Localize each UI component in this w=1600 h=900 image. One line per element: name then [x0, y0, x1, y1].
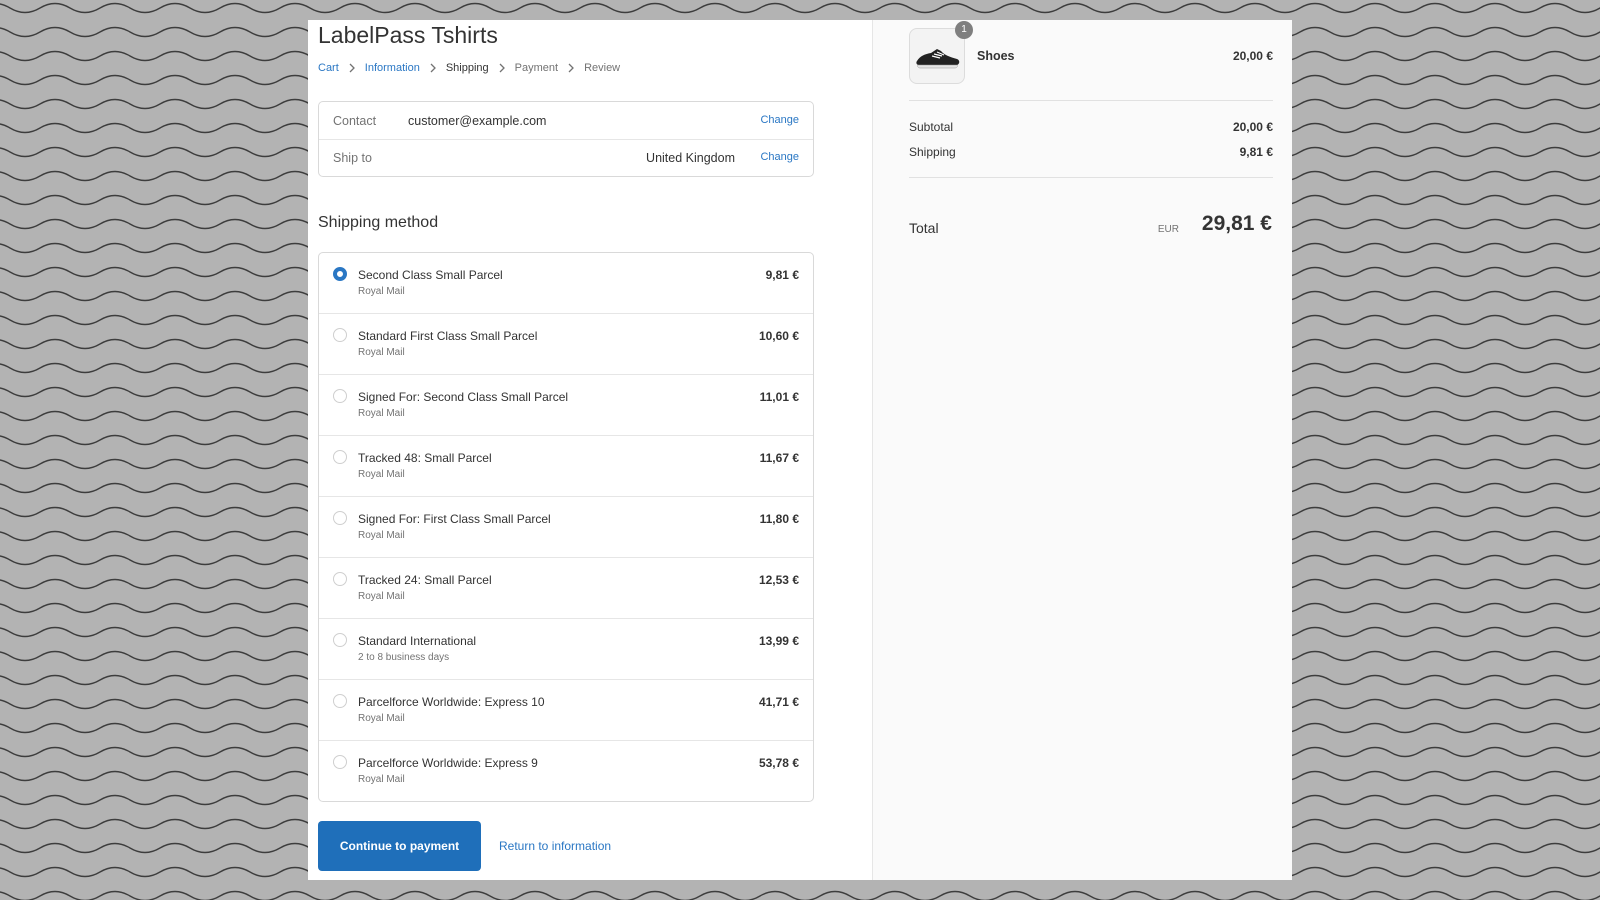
- breadcrumb-cart[interactable]: Cart: [318, 62, 339, 74]
- shipping-method-price: 10,60 €: [758, 329, 799, 343]
- shipping-method-option[interactable]: Parcelforce Worldwide: Express 9 Royal Ma…: [319, 740, 813, 801]
- shipping-method-carrier: Royal Mail: [358, 774, 405, 785]
- product-line: 1 Shoes 20,00 €: [909, 21, 1273, 84]
- currency-code: EUR: [1157, 224, 1179, 235]
- shipping-method-carrier: Royal Mail: [358, 713, 405, 724]
- quantity-badge: 1: [955, 21, 973, 39]
- order-summary: 1 Shoes 20,00 € Subtotal 20,00 € Shippin…: [872, 20, 1292, 880]
- shipping-method-name: Tracked 24: Small Parcel: [358, 573, 492, 587]
- ship-to-label: Ship to: [333, 151, 372, 165]
- radio-button[interactable]: [333, 389, 347, 403]
- shipping-method-price: 9,81 €: [765, 268, 799, 282]
- breadcrumb-payment: Payment: [514, 62, 559, 74]
- contact-row: Contact customer@example.com Change: [319, 102, 813, 140]
- subtotal-label: Subtotal: [909, 120, 954, 134]
- shipping-method-option[interactable]: Signed For: First Class Small Parcel Roya…: [319, 496, 813, 557]
- shipping-method-option[interactable]: Tracked 24: Small Parcel Royal Mail 12,53 …: [319, 557, 813, 618]
- chevron-right-icon: [427, 62, 439, 74]
- summary-divider: [909, 100, 1273, 101]
- shipping-method-name: Standard International: [358, 634, 477, 648]
- total-divider: [909, 177, 1273, 178]
- contact-label: Contact: [333, 114, 377, 128]
- radio-button[interactable]: [333, 694, 347, 708]
- shipping-method-carrier: Royal Mail: [358, 591, 405, 602]
- shipping-method-name: Parcelforce Worldwide: Express 9: [358, 756, 538, 770]
- radio-button[interactable]: [333, 755, 347, 769]
- subtotal-value: 20,00 €: [1232, 120, 1273, 134]
- contact-value: customer@example.com: [408, 114, 547, 128]
- ship-to-row: Ship to United Kingdom Change: [319, 139, 813, 176]
- shipping-method-option[interactable]: Parcelforce Worldwide: Express 10 Royal M…: [319, 679, 813, 740]
- product-price: 20,00 €: [1232, 49, 1273, 63]
- shipping-method-price: 11,67 €: [759, 451, 799, 465]
- shipping-method-name: Signed For: First Class Small Parcel: [358, 512, 551, 526]
- shipping-method-option[interactable]: Tracked 48: Small Parcel Royal Mail 11,67 …: [319, 435, 813, 496]
- shipping-label: Shipping: [909, 145, 956, 159]
- breadcrumb: Cart Information Shipping Payment Review: [318, 62, 620, 74]
- radio-selected[interactable]: [333, 267, 347, 281]
- shipping-method-list: Second Class Small Parcel Royal Mail 9,81 …: [318, 252, 814, 802]
- change-contact-link[interactable]: Change: [760, 114, 799, 126]
- radio-button[interactable]: [333, 572, 347, 586]
- shipping-method-price: 53,78 €: [758, 756, 799, 770]
- shipping-method-option[interactable]: Standard International 2 to 8 business da…: [319, 618, 813, 679]
- total-value: 29,81 €: [1201, 212, 1272, 235]
- shipping-method-carrier: Royal Mail: [358, 286, 405, 297]
- radio-button[interactable]: [333, 450, 347, 464]
- radio-button[interactable]: [333, 633, 347, 647]
- checkout-main: LabelPass Tshirts Cart Information Shippin…: [308, 20, 872, 880]
- shipping-method-option[interactable]: Standard First Class Small Parcel Royal M…: [319, 313, 813, 374]
- checkout-window: LabelPass Tshirts Cart Information Shippin…: [308, 20, 1292, 880]
- shipping-method-carrier: Royal Mail: [358, 530, 405, 541]
- shipping-method-carrier: Royal Mail: [358, 408, 405, 419]
- shipping-method-name: Standard First Class Small Parcel: [358, 329, 538, 343]
- total-label: Total: [909, 220, 939, 236]
- shipping-method-price: 12,53 €: [758, 573, 799, 587]
- product-thumbnail: [909, 28, 965, 84]
- shipping-method-title: Shipping method: [318, 214, 439, 231]
- chevron-right-icon: [496, 62, 508, 74]
- radio-button[interactable]: [333, 511, 347, 525]
- breadcrumb-shipping: Shipping: [445, 62, 489, 74]
- shipping-method-carrier: 2 to 8 business days: [358, 652, 450, 663]
- shipping-method-name: Tracked 48: Small Parcel: [358, 451, 492, 465]
- shipping-value: 9,81 €: [1239, 145, 1273, 159]
- shipping-method-price: 11,80 €: [759, 512, 799, 526]
- breadcrumb-review: Review: [584, 62, 621, 74]
- store-title: LabelPass Tshirts: [318, 22, 498, 48]
- shipping-method-carrier: Royal Mail: [358, 347, 405, 358]
- shipping-method-option[interactable]: Signed For: Second Class Small Parcel Roy…: [319, 374, 813, 435]
- breadcrumb-information[interactable]: Information: [365, 62, 420, 74]
- review-block: Contact customer@example.com Change Ship…: [318, 101, 814, 177]
- shipping-method-carrier: Royal Mail: [358, 469, 405, 480]
- shipping-method-price: 13,99 €: [758, 634, 799, 648]
- ship-to-value: United Kingdom: [646, 151, 735, 165]
- chevron-right-icon: [346, 62, 358, 74]
- return-to-information-link[interactable]: Return to information: [499, 839, 611, 853]
- chevron-right-icon: [565, 62, 577, 74]
- shoe-icon: [916, 49, 960, 69]
- shipping-method-option[interactable]: Second Class Small Parcel Royal Mail 9,81 …: [319, 253, 813, 313]
- continue-to-payment-button[interactable]: Continue to payment: [318, 821, 481, 871]
- shipping-method-name: Signed For: Second Class Small Parcel: [358, 390, 569, 404]
- product-name: Shoes: [977, 49, 1015, 63]
- shipping-method-name: Parcelforce Worldwide: Express 10: [358, 695, 545, 709]
- change-ship-to-link[interactable]: Change: [760, 151, 799, 163]
- shipping-method-price: 11,01 €: [759, 390, 799, 404]
- shipping-method-name: Second Class Small Parcel: [358, 268, 503, 282]
- radio-button[interactable]: [333, 328, 347, 342]
- shipping-method-price: 41,71 €: [758, 695, 799, 709]
